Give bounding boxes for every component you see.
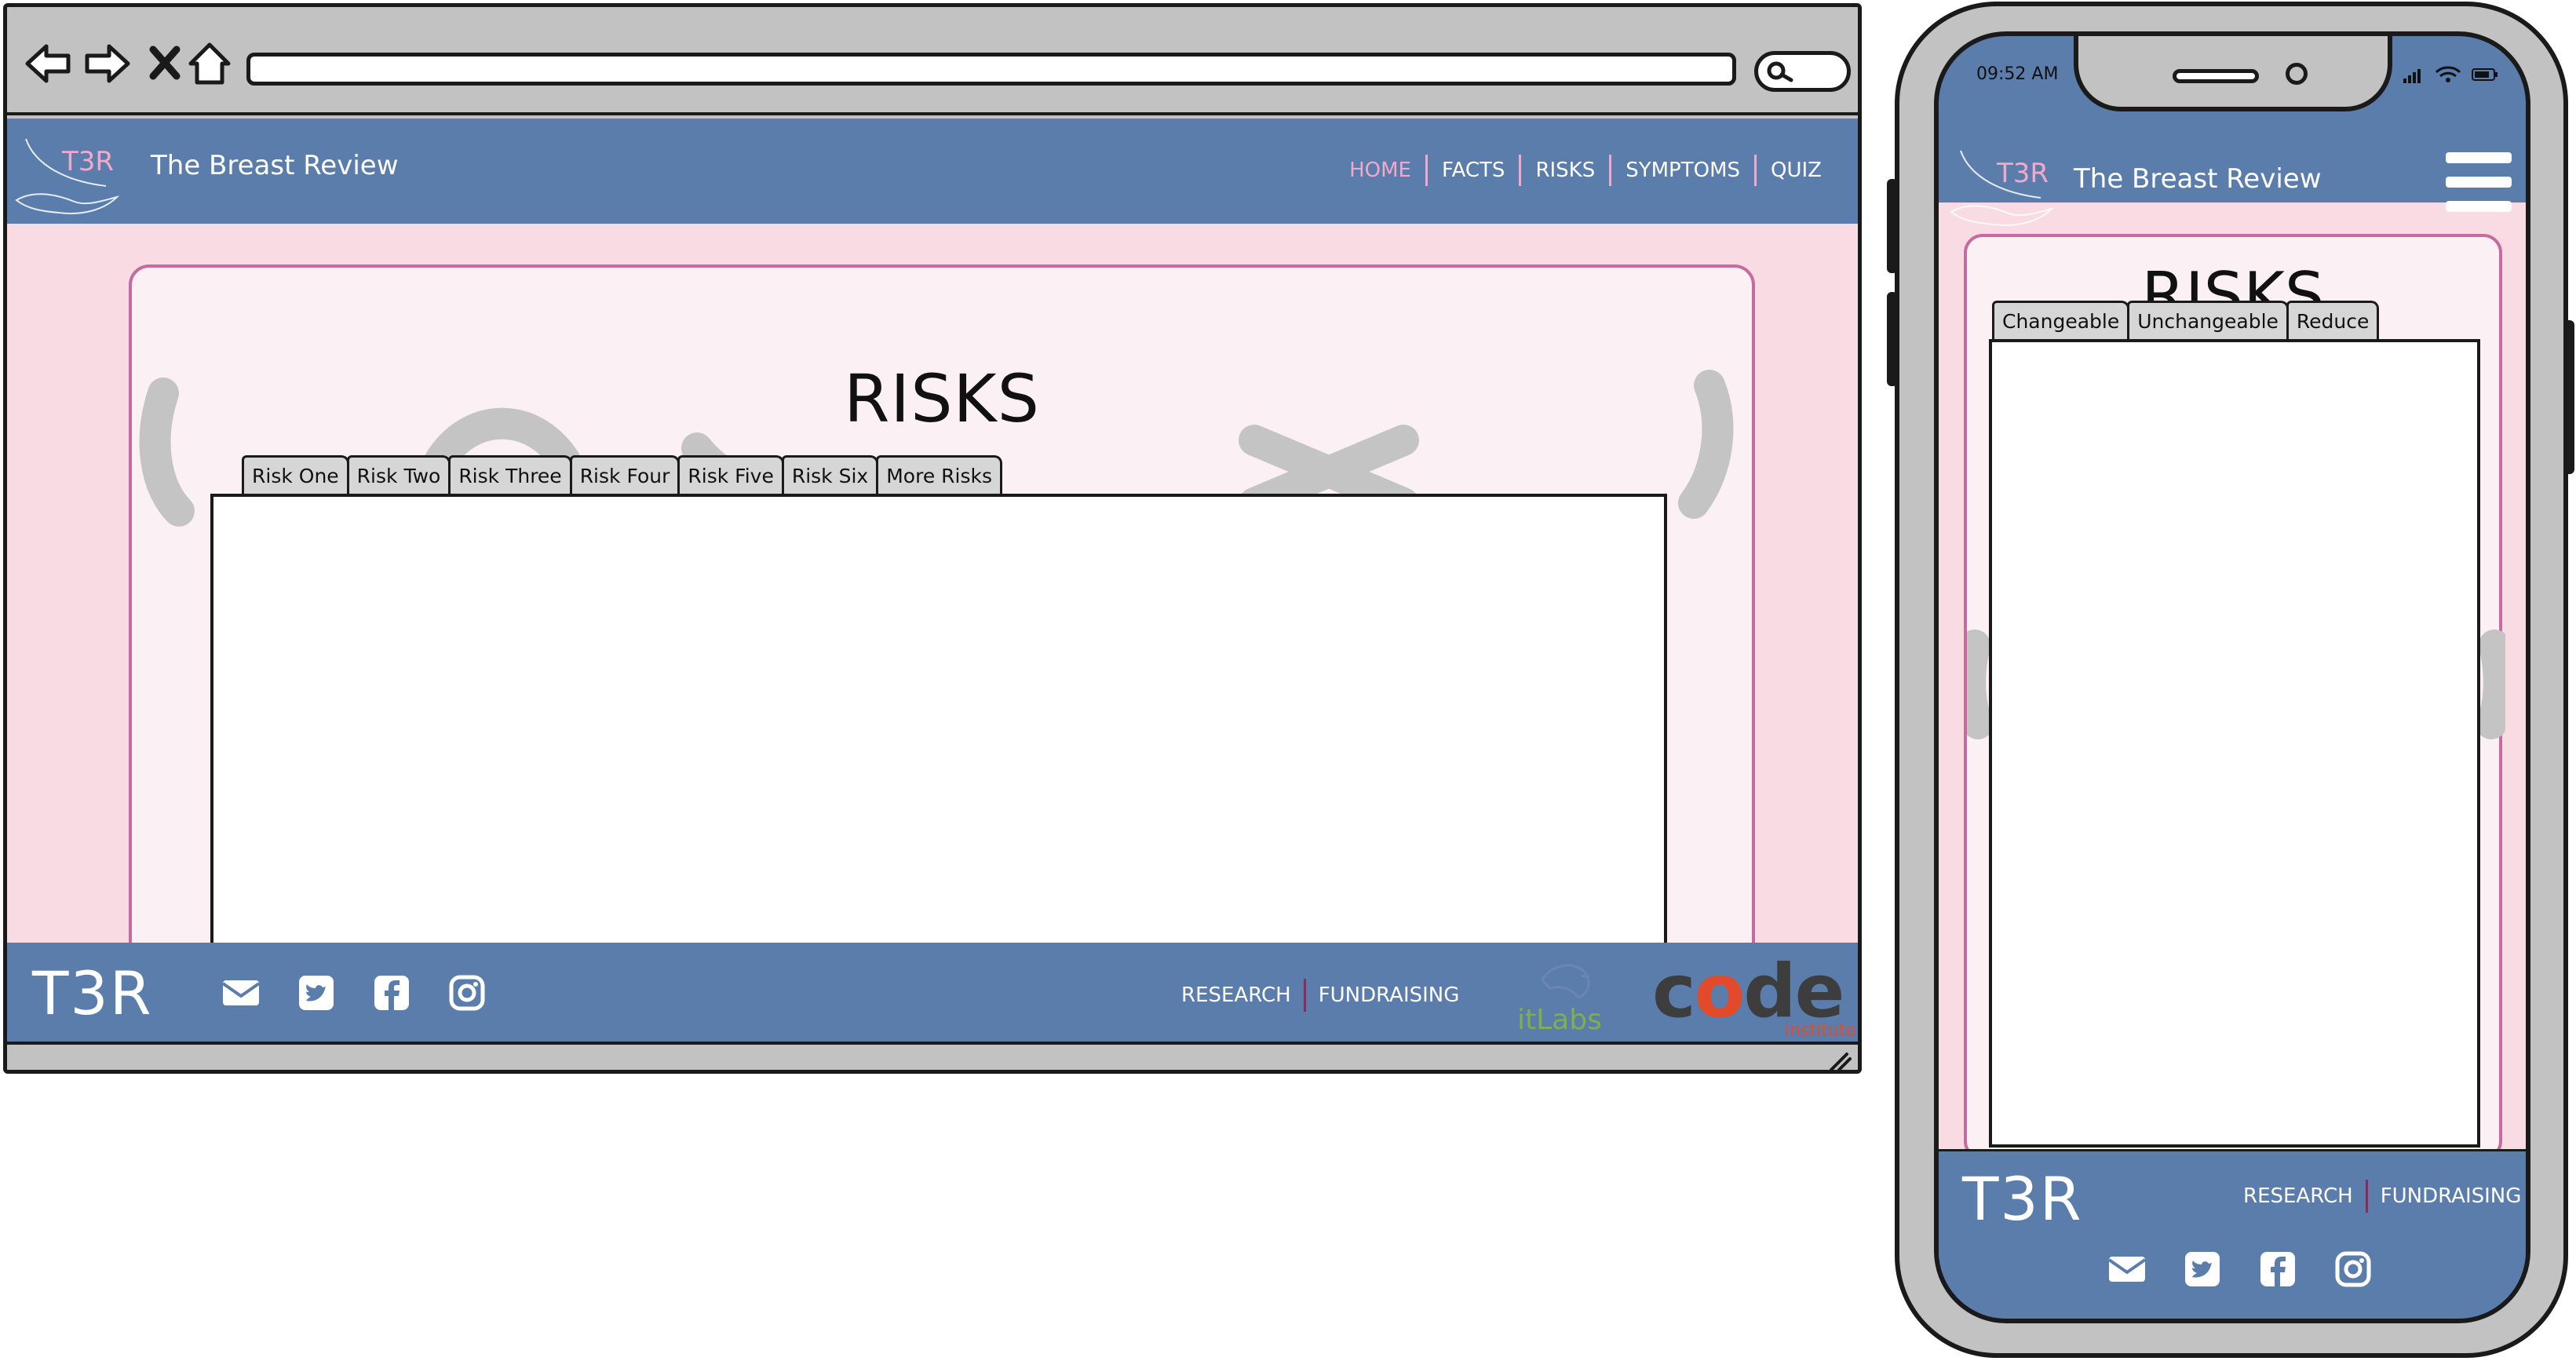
status-bar-time: 09:52 AM xyxy=(1976,64,2059,84)
svg-text:itLabs: itLabs xyxy=(1517,1004,1602,1035)
tab-risk-three[interactable]: Risk Three xyxy=(448,455,572,494)
nav-risks[interactable]: RISKS xyxy=(1521,159,1609,182)
tab-content-panel xyxy=(210,494,1667,988)
back-arrow-icon[interactable] xyxy=(23,38,73,89)
mobile-footer-brand[interactable]: T3R xyxy=(1962,1164,2083,1234)
phone-notch xyxy=(2074,36,2392,111)
front-camera xyxy=(2286,63,2308,85)
hamburger-menu-icon[interactable] xyxy=(2446,152,2512,212)
svg-text:T3R: T3R xyxy=(61,146,114,177)
mobile-tab-content-panel xyxy=(1989,339,2480,1148)
main-nav: HOME FACTS RISKS SYMPTOMS QUIZ xyxy=(1335,155,1836,186)
social-links xyxy=(221,972,522,1013)
nav-quiz[interactable]: QUIZ xyxy=(1757,159,1836,182)
instagram-icon[interactable] xyxy=(447,972,487,1013)
tab-risk-six[interactable]: Risk Six xyxy=(781,455,879,494)
status-bar-icons xyxy=(2403,66,2498,83)
mobile-site-header: T3R The Breast Review xyxy=(1939,108,2526,242)
facebook-icon[interactable] xyxy=(371,972,412,1013)
mobile-risk-tabs: Changeable Unchangeable Reduce xyxy=(1992,301,2380,339)
browser-status-bar xyxy=(7,1042,1858,1071)
wifi-icon xyxy=(2435,66,2461,82)
tab-reduce[interactable]: Reduce xyxy=(2286,301,2380,339)
address-bar[interactable] xyxy=(246,53,1736,86)
site-footer: T3R RESEARCH FUNDRAISING itLabs code ins… xyxy=(7,943,1858,1042)
resize-handle-icon[interactable] xyxy=(1828,1051,1852,1071)
battery-icon xyxy=(2472,68,2498,81)
site-header: T3R The Breast Review HOME FACTS RISKS S… xyxy=(7,119,1858,224)
tab-changeable[interactable]: Changeable xyxy=(1992,301,2130,339)
footer-links: RESEARCH FUNDRAISING xyxy=(1181,979,1459,1012)
home-icon[interactable] xyxy=(184,38,235,89)
site-title[interactable]: The Breast Review xyxy=(151,150,399,181)
envelope-icon[interactable] xyxy=(221,972,261,1013)
mobile-footer-link-research[interactable]: RESEARCH xyxy=(2243,1184,2353,1208)
footer-link-research[interactable]: RESEARCH xyxy=(1181,983,1291,1007)
footer-link-fundraising[interactable]: FUNDRAISING xyxy=(1319,983,1460,1007)
tab-risk-one[interactable]: Risk One xyxy=(242,455,349,494)
code-logo-subtitle: institute xyxy=(1785,1021,1856,1041)
desktop-browser-window: T3R The Breast Review HOME FACTS RISKS S… xyxy=(3,3,1862,1074)
envelope-icon[interactable] xyxy=(2107,1249,2147,1290)
tab-risk-two[interactable]: Risk Two xyxy=(346,455,451,494)
twitter-icon[interactable] xyxy=(296,972,337,1013)
mobile-main-content: RISKS Changeable Unchangeable Reduce xyxy=(1939,203,2526,1173)
close-icon[interactable] xyxy=(140,38,191,89)
mobile-site-title[interactable]: The Breast Review xyxy=(2074,163,2322,195)
tab-risk-four[interactable]: Risk Four xyxy=(569,455,680,494)
code-institute-logo[interactable]: code code institute xyxy=(1652,949,1858,1041)
nav-facts[interactable]: FACTS xyxy=(1428,159,1519,182)
mobile-site-footer: T3R RESEARCH FUNDRAISING xyxy=(1939,1149,2526,1319)
browser-search-button[interactable] xyxy=(1754,51,1851,92)
signal-icon xyxy=(2403,69,2421,83)
mobile-social-links xyxy=(2107,1249,2408,1290)
itlabs-logo[interactable]: itLabs xyxy=(1506,949,1616,1036)
browser-toolbar xyxy=(7,7,1858,115)
instagram-icon[interactable] xyxy=(2333,1249,2373,1290)
nav-symptoms[interactable]: SYMPTOMS xyxy=(1611,159,1754,182)
twitter-icon[interactable] xyxy=(2182,1249,2223,1290)
search-icon xyxy=(1767,61,1793,82)
tab-risk-five[interactable]: Risk Five xyxy=(677,455,784,494)
footer-brand[interactable]: T3R xyxy=(32,958,153,1028)
site-logo[interactable]: T3R xyxy=(12,134,126,216)
page-heading: RISKS xyxy=(844,360,1040,437)
facebook-icon[interactable] xyxy=(2257,1249,2298,1290)
nav-home[interactable]: HOME xyxy=(1335,159,1425,182)
mobile-footer-link-fundraising[interactable]: FUNDRAISING xyxy=(2381,1184,2522,1208)
mobile-footer-links: RESEARCH FUNDRAISING xyxy=(2243,1180,2521,1213)
risk-tabs: Risk One Risk Two Risk Three Risk Four R… xyxy=(242,455,1002,494)
mobile-screen: RISKS Changeable Unchangeable Reduce T3R… xyxy=(1934,31,2530,1323)
main-content: RISKS Risk One Risk Two Risk Three Risk … xyxy=(7,224,1858,988)
svg-text:T3R: T3R xyxy=(1996,158,2049,189)
forward-arrow-icon[interactable] xyxy=(82,38,133,89)
speaker-grille xyxy=(2173,69,2259,83)
tab-unchangeable[interactable]: Unchangeable xyxy=(2127,301,2289,339)
tab-more-risks[interactable]: More Risks xyxy=(876,455,1002,494)
footer-separator xyxy=(2365,1180,2368,1213)
mobile-site-logo[interactable]: T3R xyxy=(1947,146,2061,228)
footer-separator xyxy=(1303,979,1306,1012)
